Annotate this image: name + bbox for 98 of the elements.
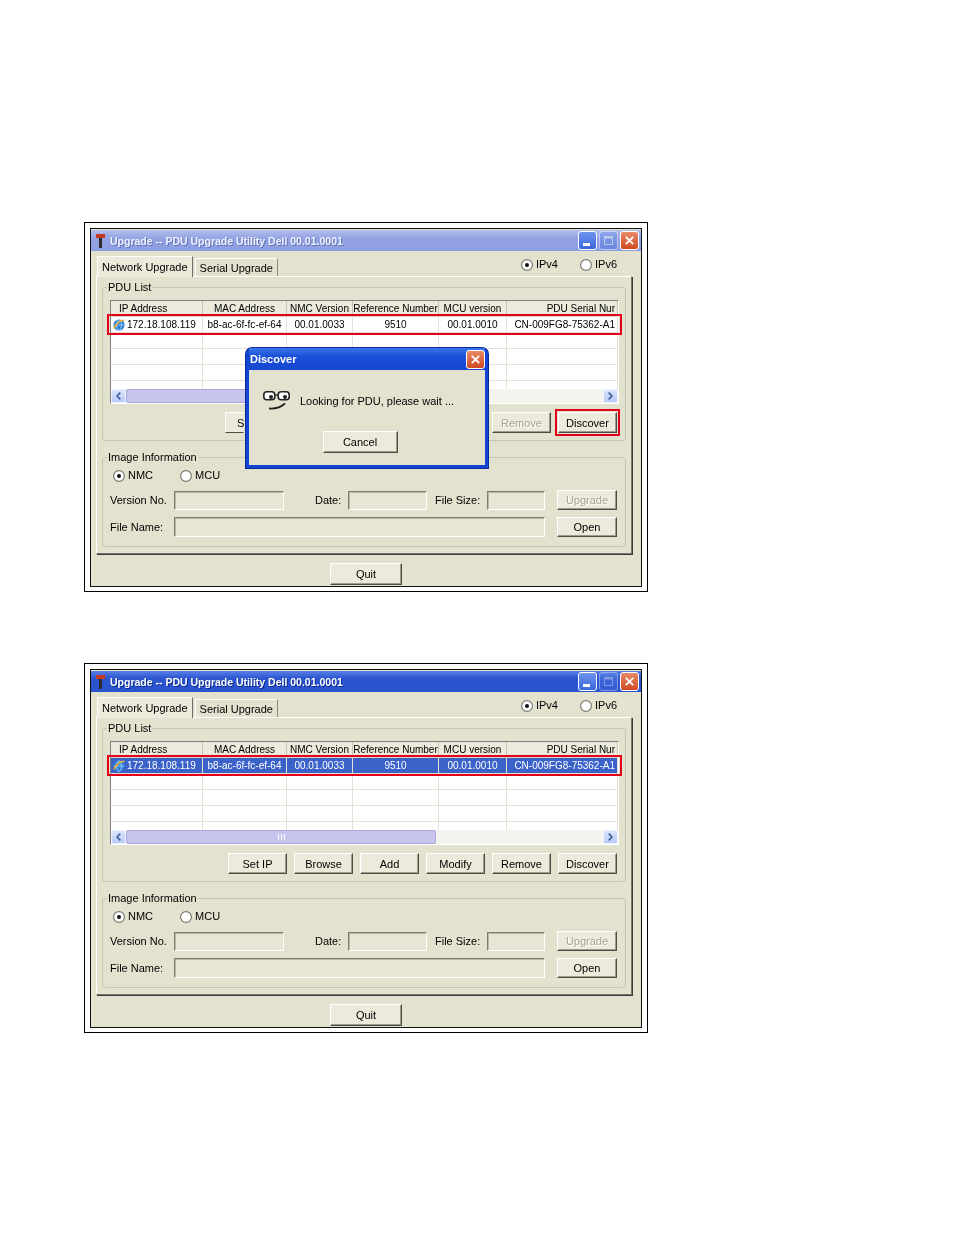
- radio-button[interactable]: [520, 699, 533, 712]
- window-title: Upgrade -- PDU Upgrade Utility Dell 00.01.0001: [110, 234, 344, 247]
- action-button[interactable]: Browse: [294, 853, 353, 874]
- input-field[interactable]: [174, 958, 545, 978]
- globe-icon: [113, 759, 125, 772]
- tool-icon: [96, 233, 105, 248]
- field-label: File Size:: [435, 935, 482, 947]
- group-title: Image Information: [107, 892, 198, 905]
- radio-button[interactable]: [520, 258, 533, 271]
- field-label: Version No.: [110, 935, 168, 947]
- tab[interactable]: Network Upgrade: [97, 697, 193, 718]
- minimize-icon: [582, 684, 590, 687]
- input-field[interactable]: [174, 931, 284, 951]
- radio-button[interactable]: [580, 258, 592, 271]
- close-button[interactable]: [620, 231, 639, 250]
- table-cell: 00.01.0033: [287, 758, 353, 774]
- radio-button[interactable]: [180, 469, 193, 482]
- scroll-left-button[interactable]: [111, 389, 126, 403]
- input-field[interactable]: [174, 490, 284, 510]
- table-cell: CN-009FG8-75362-A1: [507, 758, 618, 774]
- action-button[interactable]: Modify: [426, 853, 485, 874]
- group-title: PDU List: [107, 722, 153, 735]
- action-button[interactable]: Discover: [558, 412, 617, 433]
- close-icon: [625, 677, 634, 686]
- table-cell: 9510: [353, 758, 439, 774]
- chevron-left-icon: [116, 392, 121, 400]
- action-button[interactable]: Discover: [558, 853, 617, 874]
- maximize-icon: [604, 236, 613, 245]
- table-cell: 00.01.0010: [439, 758, 507, 774]
- minimize-icon: [582, 243, 590, 246]
- radio-button[interactable]: [113, 469, 125, 482]
- close-button[interactable]: [466, 349, 485, 369]
- action-button[interactable]: Remove: [492, 853, 551, 874]
- table-cell: 00.01.0010: [439, 317, 507, 333]
- table-cell: 9510: [353, 317, 439, 333]
- close-icon: [625, 236, 634, 245]
- table-cell: b8-ac-6f-fc-ef-64: [203, 758, 287, 774]
- smiley-icon: [263, 391, 290, 410]
- chevron-right-icon: [608, 833, 613, 841]
- open-button[interactable]: Open: [557, 958, 617, 978]
- radio-label[interactable]: IPv6: [595, 258, 617, 271]
- radio-button[interactable]: [113, 910, 125, 923]
- table-cell: CN-009FG8-75362-A1: [507, 317, 618, 333]
- radio-label[interactable]: MCU: [195, 469, 221, 482]
- radio-label[interactable]: MCU: [195, 910, 221, 923]
- table-cell: b8-ac-6f-fc-ef-64: [203, 317, 287, 333]
- scroll-right-button[interactable]: [603, 389, 618, 403]
- input-field[interactable]: [348, 931, 427, 951]
- scrollbar-thumb[interactable]: [126, 830, 437, 844]
- grip-icon: [277, 834, 285, 840]
- radio-label[interactable]: IPv4: [535, 699, 558, 712]
- radio-button[interactable]: [580, 699, 592, 712]
- cell-text: 172.18.108.119: [127, 760, 196, 771]
- table-cell: 00.01.0033: [287, 317, 353, 333]
- tool-icon: [96, 674, 105, 689]
- radio-label[interactable]: IPv4: [535, 258, 558, 271]
- field-label: File Name:: [110, 962, 165, 974]
- close-icon: [471, 354, 480, 364]
- tab[interactable]: Network Upgrade: [97, 256, 193, 277]
- chevron-left-icon: [116, 833, 121, 841]
- quit-button[interactable]: Quit: [330, 563, 402, 585]
- close-button[interactable]: [620, 672, 639, 691]
- tab[interactable]: Serial Upgrade: [194, 699, 278, 717]
- dialog-title: Discover: [250, 353, 298, 365]
- tab[interactable]: Serial Upgrade: [194, 258, 278, 276]
- scroll-left-button[interactable]: [111, 830, 126, 844]
- radio-label[interactable]: IPv6: [595, 699, 617, 712]
- radio-label[interactable]: NMC: [128, 910, 154, 923]
- table-row[interactable]: 172.18.108.119 b8-ac-6f-fc-ef-64 00.01.0033 9510 00.01.0010 CN-009FG8-75362-A1: [111, 758, 618, 774]
- field-label: Date:: [315, 935, 343, 947]
- group-title: PDU List: [107, 281, 153, 294]
- field-label: Version No.: [110, 494, 168, 506]
- minimize-button[interactable]: [578, 672, 597, 691]
- cell-text: 172.18.108.119: [127, 319, 196, 330]
- radio-label[interactable]: NMC: [128, 469, 154, 482]
- globe-icon: [113, 318, 125, 331]
- open-button[interactable]: Open: [557, 517, 617, 537]
- table-row[interactable]: 172.18.108.119 b8-ac-6f-fc-ef-64 00.01.0033 9510 00.01.0010 CN-009FG8-75362-A1: [111, 317, 618, 333]
- input-field[interactable]: [487, 490, 545, 510]
- input-field[interactable]: [174, 517, 545, 537]
- chevron-right-icon: [608, 392, 613, 400]
- action-button[interactable]: Add: [360, 853, 419, 874]
- maximize-icon: [604, 677, 613, 686]
- radio-button[interactable]: [180, 910, 193, 923]
- field-label: Date:: [315, 494, 343, 506]
- quit-button[interactable]: Quit: [330, 1004, 402, 1026]
- input-field[interactable]: [348, 490, 427, 510]
- field-label: File Size:: [435, 494, 482, 506]
- dialog-message: Looking for PDU, please wait ...: [300, 394, 455, 407]
- group-title: Image Information: [107, 451, 198, 464]
- minimize-button[interactable]: [578, 231, 597, 250]
- field-label: File Name:: [110, 521, 165, 533]
- window-title: Upgrade -- PDU Upgrade Utility Dell 00.01.0001: [110, 675, 344, 688]
- action-button[interactable]: Set IP: [228, 853, 287, 874]
- cancel-button[interactable]: Cancel: [322, 431, 398, 453]
- scroll-right-button[interactable]: [603, 830, 618, 844]
- action-button[interactable]: S: [225, 412, 244, 433]
- input-field[interactable]: [487, 931, 545, 951]
